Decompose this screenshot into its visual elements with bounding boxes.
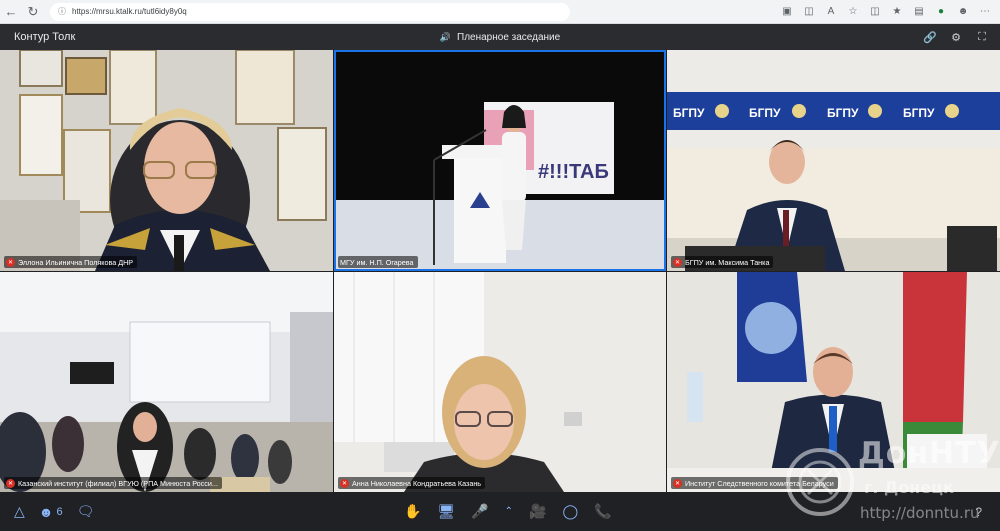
address-bar[interactable]: ⓘ https://mrsu.ktalk.ru/tutl6idy8y0q xyxy=(50,2,570,21)
svg-text:#!!!ТАБ: #!!!ТАБ xyxy=(538,161,609,183)
mic-muted-icon: ✕ xyxy=(340,478,349,488)
participant-name: Казанский институт (филиал) ВГУЮ (РПА Ми… xyxy=(18,478,218,488)
end-call-icon[interactable]: 📞 xyxy=(594,502,611,522)
participants-button[interactable]: ☻ 6 xyxy=(39,502,63,522)
video-tile[interactable]: ✕ Институт Следственного комитета Белару… xyxy=(667,272,1000,492)
participant-label: ✕ Казанский институт (филиал) ВГУЮ (РПА … xyxy=(4,477,222,489)
record-icon[interactable]: ◯ xyxy=(562,502,578,522)
mic-muted-icon: ✕ xyxy=(6,257,15,267)
meeting-title: Пленарное заседание xyxy=(457,31,561,43)
broadcast-icon: 🔊 xyxy=(439,31,451,42)
favorite-star-icon[interactable]: ☆ xyxy=(844,3,862,21)
participant-video xyxy=(334,272,666,492)
video-tile[interactable]: ✕ Анна Николаевна Кондратьева Казань xyxy=(334,272,666,492)
extensions-icon[interactable]: ◫ xyxy=(800,3,818,21)
mic-options-chevron-icon[interactable]: ⌃ xyxy=(505,502,513,522)
chat-icon[interactable]: 🗨 xyxy=(77,502,95,522)
video-tile[interactable]: ✕ Казанский институт (филиал) ВГУЮ (РПА … xyxy=(0,272,333,492)
participant-name: МГУ им. Н.П. Огарева xyxy=(340,257,414,267)
participant-name: БГПУ им. Максима Танка xyxy=(685,257,770,267)
favorites-icon[interactable]: ★ xyxy=(888,3,906,21)
url-text: https://mrsu.ktalk.ru/tutl6idy8y0q xyxy=(72,7,187,16)
participant-name: Анна Николаевна Кондратьева Казань xyxy=(352,478,482,488)
participant-video xyxy=(0,272,333,492)
settings-gear-icon[interactable]: ⚙ xyxy=(948,29,964,45)
site-info-icon[interactable]: ⓘ xyxy=(58,6,66,17)
participant-video xyxy=(0,50,333,271)
camera-icon[interactable]: 🎥 xyxy=(529,502,546,522)
mic-muted-icon: ✕ xyxy=(673,257,682,267)
help-icon[interactable]: ? xyxy=(975,502,982,522)
participant-label: ✕ Анна Николаевна Кондратьева Казань xyxy=(338,477,486,489)
app-header: Контур Толк 🔊 Пленарное заседание 🔗 ⚙ ⛶ xyxy=(0,24,1000,50)
participant-name: Эллона Ильинична Полякова ДНР xyxy=(18,257,134,267)
participant-label: ✕ Эллона Ильинична Полякова ДНР xyxy=(4,256,138,268)
svg-text:БГПУ: БГПУ xyxy=(903,106,935,120)
participant-label: ✕ Институт Следственного комитета Белару… xyxy=(671,477,838,489)
video-tile[interactable]: ✕ Эллона Ильинична Полякова ДНР xyxy=(0,50,333,271)
meeting-toolbar: △ ☻ 6 🗨 ✋ 🖥 🎤 ⌃ 🎥 ◯ 📞 ? xyxy=(0,492,1000,531)
participant-name: Институт Следственного комитета Беларуси xyxy=(685,478,834,488)
mic-muted-icon: ✕ xyxy=(673,478,682,488)
link-icon[interactable]: 🔗 xyxy=(922,29,938,45)
collections-icon[interactable]: ▤ xyxy=(910,3,928,21)
reload-icon[interactable]: ↻ xyxy=(22,1,44,23)
meeting-title-area: 🔊 Пленарное заседание xyxy=(0,32,1000,43)
screen-share-icon[interactable]: 🖥 xyxy=(437,502,455,522)
video-tile[interactable]: БГПУ БГПУ БГПУ БГПУ ✕ БГПУ им. Максима Т… xyxy=(667,50,1000,271)
participant-label: ✕ БГПУ им. Максима Танка xyxy=(671,256,774,268)
video-tile-active-speaker[interactable]: #!!!ТАБ МГУ им. Н.П. Огарева xyxy=(334,50,666,271)
video-grid: ✕ Эллона Ильинична Полякова ДНР #!!!ТАБ … xyxy=(0,50,1000,492)
more-menu-icon[interactable]: ⋯ xyxy=(976,3,994,21)
participants-count: 6 xyxy=(56,505,63,518)
svg-text:БГПУ: БГПУ xyxy=(673,106,705,120)
mic-off-icon[interactable]: 🎤 xyxy=(471,502,488,522)
svg-text:БГПУ: БГПУ xyxy=(827,106,859,120)
participants-icon: ☻ xyxy=(38,503,54,520)
participant-video: БГПУ БГПУ БГПУ БГПУ xyxy=(667,50,1000,271)
read-aloud-icon[interactable]: A xyxy=(822,3,840,21)
back-icon[interactable]: ← xyxy=(0,1,22,23)
extension-green-icon[interactable]: ● xyxy=(932,3,950,21)
raise-hand-icon[interactable]: ✋ xyxy=(404,502,421,522)
fullscreen-icon[interactable]: ⛶ xyxy=(974,29,990,45)
browser-toolbar: ← ↻ ⓘ https://mrsu.ktalk.ru/tutl6idy8y0q… xyxy=(0,0,1000,24)
participant-label: МГУ им. Н.П. Огарева xyxy=(338,256,418,268)
svg-text:БГПУ: БГПУ xyxy=(749,106,781,120)
split-screen-icon[interactable]: ◫ xyxy=(866,3,884,21)
mic-muted-icon: ✕ xyxy=(6,478,15,488)
participant-video xyxy=(667,272,1000,492)
shapes-icon[interactable]: △ xyxy=(14,502,25,522)
profile-icon[interactable]: ☻ xyxy=(954,3,972,21)
participant-video: #!!!ТАБ xyxy=(334,50,666,271)
screen-cast-icon[interactable]: ▣ xyxy=(778,3,796,21)
